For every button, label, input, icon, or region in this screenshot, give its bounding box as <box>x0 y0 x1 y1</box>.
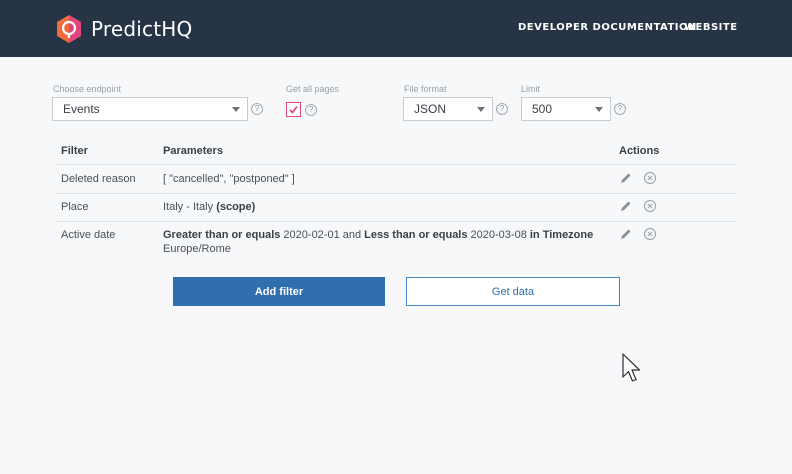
condition-gte: Greater than or equals <box>163 229 281 241</box>
mouse-pointer-icon <box>622 353 641 382</box>
row-parameters: Italy - Italy (scope) <box>163 200 255 214</box>
endpoint-value: Events <box>63 102 100 116</box>
chevron-down-icon <box>232 107 240 112</box>
get-data-button[interactable]: Get data <box>406 277 620 306</box>
brand-logo[interactable]: PredictHQ <box>55 14 192 44</box>
all-pages-checkbox[interactable] <box>286 102 301 117</box>
place-value: Italy - Italy <box>163 201 217 213</box>
all-pages-label: Get all pages <box>286 84 340 94</box>
file-format-help-icon[interactable]: ? <box>496 103 508 115</box>
column-header-parameters: Parameters <box>163 145 223 157</box>
timezone-label: in Timezone <box>529 229 594 241</box>
chevron-down-icon <box>477 107 485 112</box>
remove-circle-icon[interactable] <box>643 171 657 185</box>
chevron-down-icon <box>595 107 603 112</box>
add-filter-button[interactable]: Add filter <box>173 277 385 306</box>
edit-pencil-icon[interactable] <box>619 171 633 185</box>
condition-lte: Less than or equals <box>364 229 468 241</box>
table-divider <box>57 221 737 222</box>
file-format-value: JSON <box>414 102 447 116</box>
endpoint-select[interactable]: Events <box>52 97 248 121</box>
place-scope: (scope) <box>216 201 256 213</box>
nav-website[interactable]: WEBSITE <box>684 22 738 33</box>
timezone-value: Europe/Rome <box>163 243 231 255</box>
table-divider <box>57 193 737 194</box>
date-from: 2020-02-01 and <box>280 229 365 241</box>
limit-select[interactable]: 500 <box>521 97 611 121</box>
row-filter-name: Deleted reason <box>61 173 136 185</box>
date-to: 2020-03-08 <box>467 229 530 241</box>
nav-developer-documentation[interactable]: DEVELOPER DOCUMENTATION <box>518 22 697 33</box>
table-divider <box>57 164 737 165</box>
remove-circle-icon[interactable] <box>643 199 657 213</box>
all-pages-help-icon[interactable]: ? <box>305 104 317 116</box>
file-format-label: File format <box>404 84 447 94</box>
row-parameters: [ "cancelled", "postponed" ] <box>163 173 295 185</box>
row-filter-name: Place <box>61 201 89 213</box>
predicthq-logo-icon <box>57 15 81 43</box>
endpoint-help-icon[interactable]: ? <box>251 103 263 115</box>
row-parameters: Greater than or equals 2020-02-01 and Le… <box>163 228 603 256</box>
edit-pencil-icon[interactable] <box>619 227 633 241</box>
remove-circle-icon[interactable] <box>643 227 657 241</box>
limit-label: Limit <box>521 84 541 94</box>
endpoint-label: Choose endpoint <box>53 84 122 94</box>
column-header-actions: Actions <box>619 145 660 157</box>
edit-pencil-icon[interactable] <box>619 199 633 213</box>
checkmark-icon <box>289 106 298 114</box>
top-header: PredictHQ DEVELOPER DOCUMENTATION WEBSIT… <box>0 0 792 57</box>
brand-name: PredictHQ <box>91 17 193 41</box>
column-header-filter: Filter <box>61 145 88 157</box>
file-format-select[interactable]: JSON <box>403 97 493 121</box>
row-filter-name: Active date <box>61 229 116 241</box>
limit-help-icon[interactable]: ? <box>614 103 626 115</box>
limit-value: 500 <box>532 102 553 116</box>
